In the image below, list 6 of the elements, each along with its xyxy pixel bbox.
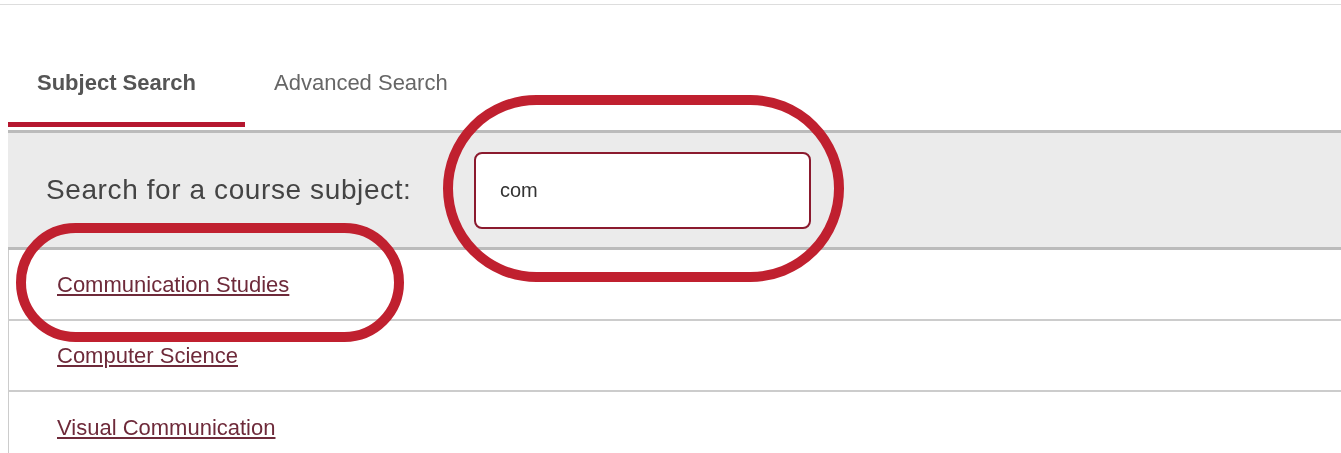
subject-link[interactable]: Visual Communication: [57, 411, 276, 444]
search-field[interactable]: com: [474, 151, 811, 229]
subject-link[interactable]: Computer Science: [57, 339, 238, 372]
search-label: Search for a course subject:: [46, 173, 413, 207]
tab[interactable]: Advanced Search: [245, 48, 477, 127]
subject-link[interactable]: Communication Studies: [57, 268, 290, 301]
